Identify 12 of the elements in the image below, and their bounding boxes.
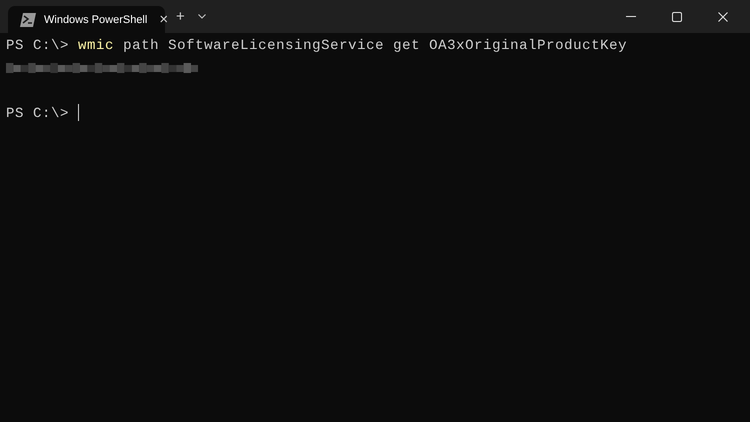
- tab[interactable]: Windows PowerShell ×: [8, 6, 165, 33]
- command-arguments: path SoftwareLicensingService get OA3xOriginalProductKey: [123, 38, 628, 54]
- text-cursor: [78, 104, 80, 122]
- new-tab-button[interactable]: +: [173, 8, 188, 25]
- tab-title: Windows PowerShell: [44, 14, 148, 26]
- close-icon[interactable]: [718, 12, 728, 22]
- terminal-icon: [20, 12, 36, 26]
- chevron-down-icon[interactable]: [198, 14, 206, 19]
- prompt-text: PS C:\>: [6, 106, 70, 122]
- prompt-text: PS C:\>: [6, 38, 70, 54]
- maximize-icon[interactable]: [672, 12, 682, 22]
- command-name: wmic: [78, 38, 114, 54]
